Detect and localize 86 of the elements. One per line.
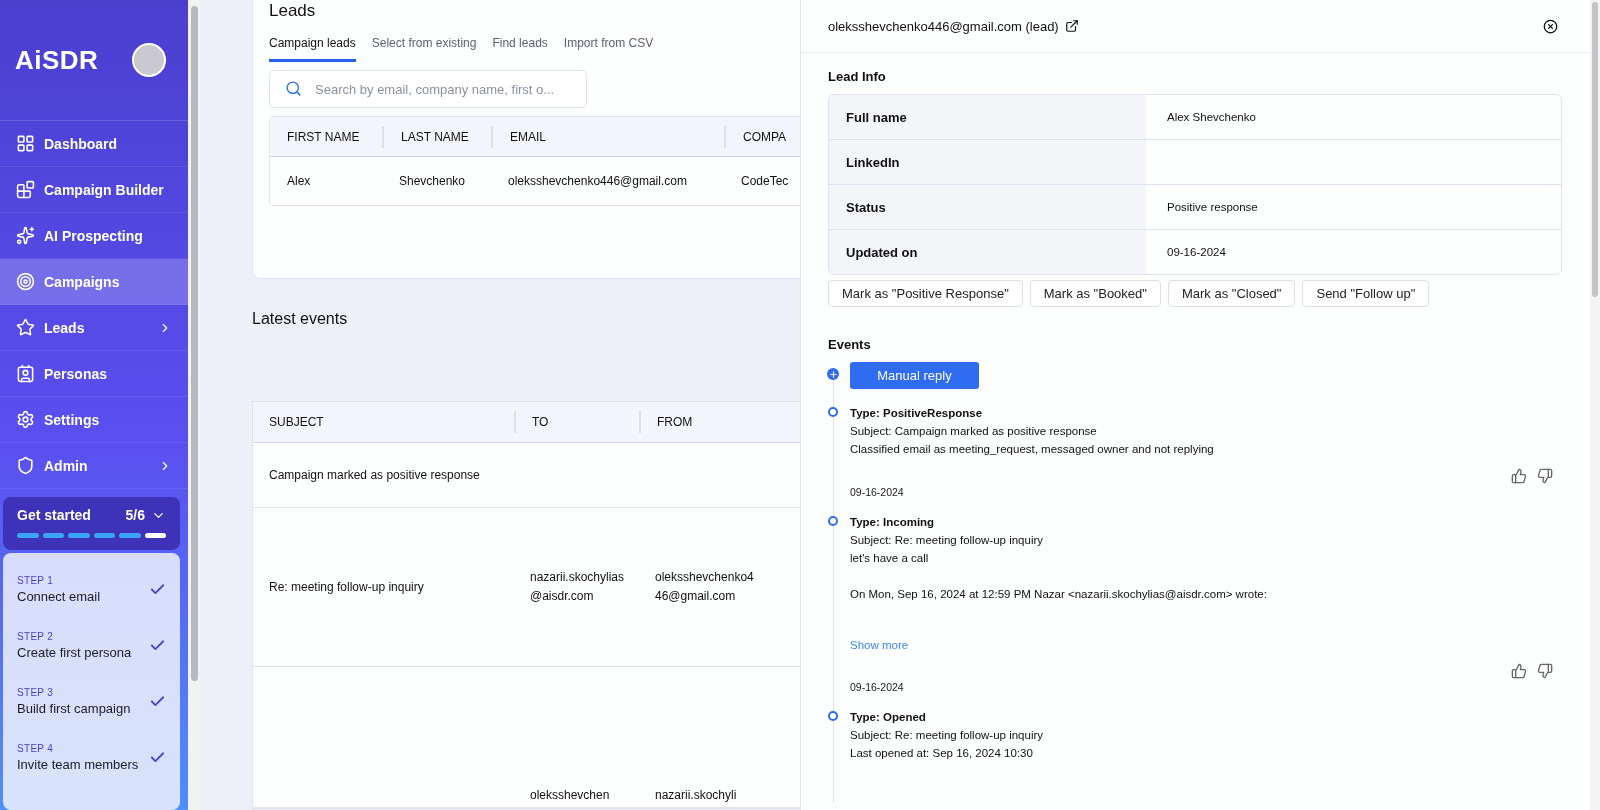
scrollbar-thumb[interactable] bbox=[1592, 2, 1598, 297]
event-text: Classified email as meeting_request, messaged owner and not replying bbox=[850, 442, 1215, 457]
step-label[interactable]: Create first persona bbox=[17, 644, 145, 660]
step-number: STEP 1 bbox=[17, 574, 55, 586]
timeline-dot bbox=[828, 407, 838, 417]
nav-icon bbox=[16, 134, 35, 153]
nav-icon bbox=[16, 226, 35, 245]
table-cell-text: oleksshevchenko446@gmail.com bbox=[507, 173, 688, 190]
info-label: Status bbox=[829, 185, 1146, 229]
column-header: EMAIL bbox=[491, 125, 724, 148]
table-cell-text: Shevchenko bbox=[398, 173, 467, 190]
section-title: Latest events bbox=[252, 310, 348, 328]
nav-item[interactable]: Campaigns bbox=[0, 259, 188, 305]
info-label: Updated on bbox=[829, 230, 1146, 274]
column-header: FROM bbox=[639, 411, 768, 433]
step-number: STEP 4 bbox=[17, 742, 55, 754]
nav-icon bbox=[16, 272, 35, 291]
tab[interactable]: Select from existing bbox=[371, 36, 477, 62]
table-cell-text: Alex bbox=[286, 173, 312, 190]
event-subject: Subject: Campaign marked as positive response bbox=[850, 424, 1098, 439]
column-header: TO bbox=[514, 411, 639, 433]
table-cell-text: Re: meeting follow-up inquiry bbox=[268, 578, 425, 596]
event-text: On Mon, Sep 16, 2024 at 12:59 PM Nazar <nazarii.skochylias@aisdr.com> wrote: bbox=[850, 587, 1268, 602]
thumbs-up-icon[interactable] bbox=[1511, 468, 1527, 484]
search-field[interactable]: Search by email, company name, first o... bbox=[269, 70, 587, 108]
timeline-dot bbox=[828, 516, 838, 526]
tab[interactable]: Campaign leads bbox=[269, 36, 356, 62]
plus-icon bbox=[827, 368, 839, 380]
event-subject: Subject: Re: meeting follow-up inquiry bbox=[850, 533, 1045, 548]
event-date: 09-16-2024 bbox=[850, 681, 904, 693]
thumbs-down-icon[interactable] bbox=[1537, 663, 1553, 679]
nav-icon bbox=[16, 364, 35, 383]
step-label[interactable]: Connect email bbox=[17, 588, 145, 604]
nav-icon bbox=[16, 410, 35, 429]
table-cell-text: Campaign marked as positive response bbox=[268, 466, 481, 484]
step-label[interactable]: Build first campaign bbox=[17, 700, 145, 716]
action-button[interactable]: Mark as "Positive Response" bbox=[828, 280, 1023, 307]
progress-count: 5/6 bbox=[125, 507, 145, 523]
show-more-link[interactable]: Show more bbox=[850, 639, 909, 651]
column-header: SUBJECT bbox=[268, 414, 325, 431]
search-icon bbox=[285, 80, 302, 97]
manual-reply-button[interactable]: Manual reply bbox=[850, 362, 979, 389]
event-type: Type: Incoming bbox=[850, 515, 936, 530]
step-number: STEP 3 bbox=[17, 686, 55, 698]
step-label[interactable]: Invite team members bbox=[17, 756, 145, 772]
table-cell-text: oleksshevchen bbox=[529, 787, 611, 804]
drawer-title: oleksshevchenko446@gmail.com (lead) bbox=[828, 18, 1059, 34]
action-button[interactable]: Mark as "Booked" bbox=[1029, 280, 1161, 307]
event-type: Type: PositiveResponse bbox=[850, 406, 984, 421]
info-value: 09-16-2024 bbox=[1166, 245, 1227, 260]
logo: AiSDR bbox=[15, 44, 99, 76]
event-text: let's have a call bbox=[850, 551, 930, 566]
timeline-dot bbox=[828, 711, 838, 721]
info-label: LinkedIn bbox=[829, 140, 1146, 184]
column-header: LAST NAME bbox=[382, 125, 491, 148]
section-title: Lead Info bbox=[828, 69, 887, 84]
table-cell-text: CodeTec bbox=[740, 173, 790, 190]
card-title: Leads bbox=[269, 0, 316, 22]
scrollbar-thumb[interactable] bbox=[190, 6, 198, 681]
tab[interactable]: Find leads bbox=[492, 36, 548, 62]
avatar[interactable] bbox=[132, 43, 166, 77]
table-cell-text: oleksshevchenko446@gmail.com bbox=[654, 569, 755, 605]
get-started-panel[interactable]: Get started 5/6 bbox=[3, 497, 180, 550]
get-started-title: Get started bbox=[17, 507, 91, 523]
event-text: Last opened at: Sep 16, 2024 10:30 bbox=[850, 746, 1034, 761]
event-type: Type: Opened bbox=[850, 710, 927, 725]
step-number: STEP 2 bbox=[17, 630, 55, 642]
nav-icon bbox=[16, 180, 35, 199]
info-label: Full name bbox=[829, 95, 1146, 139]
thumbs-up-icon[interactable] bbox=[1511, 663, 1527, 679]
info-value: Alex Shevchenko bbox=[1166, 110, 1257, 125]
nav-icon bbox=[16, 318, 35, 337]
info-value: Positive response bbox=[1166, 200, 1259, 215]
action-button[interactable]: Mark as "Closed" bbox=[1167, 280, 1296, 307]
event-subject: Subject: Re: meeting follow-up inquiry bbox=[850, 728, 1045, 743]
column-header: FIRST NAME bbox=[286, 128, 361, 146]
action-button[interactable]: Send "Follow up" bbox=[1302, 280, 1430, 307]
nav-icon bbox=[16, 456, 35, 475]
table-cell-text: nazarii.skochylias@aisdr.com bbox=[529, 569, 626, 605]
tab[interactable]: Import from CSV bbox=[563, 36, 654, 62]
event-date: 09-16-2024 bbox=[850, 486, 904, 498]
external-link-icon[interactable] bbox=[1064, 19, 1079, 33]
table-cell-text: nazarii.skochyli bbox=[654, 787, 738, 804]
close-icon[interactable] bbox=[1543, 18, 1558, 34]
thumbs-down-icon[interactable] bbox=[1537, 468, 1553, 484]
section-title: Events bbox=[828, 337, 872, 352]
